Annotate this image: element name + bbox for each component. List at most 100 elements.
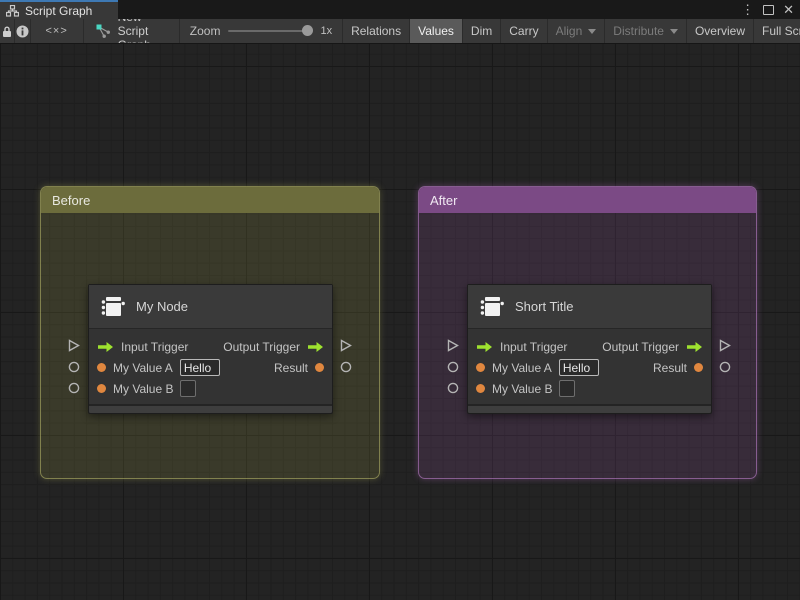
value-b-label: My Value B — [113, 381, 174, 396]
unit-node-icon — [100, 295, 126, 319]
value-b-label: My Value B — [492, 381, 553, 396]
value-dot-icon[interactable] — [97, 363, 106, 372]
port-row-value-a: My Value A Result — [89, 357, 332, 378]
flow-output-port[interactable] — [718, 335, 732, 356]
value-a-field[interactable] — [179, 359, 220, 376]
fullscreen-label: Full Screen — [761, 24, 800, 38]
group-before-header[interactable]: Before — [41, 187, 379, 213]
value-dot-icon[interactable] — [97, 384, 106, 393]
info-button[interactable] — [15, 19, 31, 43]
chevron-down-icon — [588, 28, 597, 34]
distribute-dropdown[interactable]: Distribute — [605, 19, 687, 43]
port-row-flow: Input Trigger Output Trigger — [89, 336, 332, 357]
graph-toolbar: <×> New Script Graph Zoom 1x Relatio — [0, 19, 800, 44]
node-title: Short Title — [515, 299, 574, 314]
window-menu-icon[interactable]: ⋮ — [741, 3, 754, 16]
result-label: Result — [652, 360, 687, 375]
values-label: Values — [418, 24, 454, 38]
value-a-label: My Value A — [113, 360, 173, 375]
lock-icon — [1, 25, 13, 38]
value-dot-icon[interactable] — [315, 363, 324, 372]
flow-out-label: Output Trigger — [602, 339, 679, 354]
lock-button[interactable] — [0, 19, 16, 43]
value-b-field[interactable] — [559, 380, 576, 397]
node-my-node-input-ports — [67, 335, 81, 398]
group-after-header[interactable]: After — [419, 187, 756, 213]
node-ports: Input Trigger Output Trigger My Value A … — [468, 329, 711, 404]
port-row-flow: Input Trigger Output Trigger — [468, 336, 711, 357]
value-input-port[interactable] — [446, 356, 460, 377]
window-maximize-icon[interactable] — [763, 4, 775, 15]
value-output-port[interactable] — [718, 356, 732, 377]
carry-button[interactable]: Carry — [501, 19, 548, 43]
flow-arrow-icon[interactable] — [476, 341, 493, 353]
values-button[interactable]: Values — [410, 19, 463, 43]
fullscreen-button[interactable]: Full Screen — [754, 19, 800, 43]
align-label: Align — [555, 24, 583, 38]
node-box: Short Title Input Trigger Output Trigger — [467, 284, 712, 414]
value-a-field[interactable] — [558, 359, 599, 376]
flow-input-port[interactable] — [446, 335, 460, 356]
group-after-label: After — [430, 192, 458, 208]
node-header[interactable]: Short Title — [468, 285, 711, 329]
value-input-port[interactable] — [67, 377, 81, 398]
zoom-slider-handle[interactable] — [302, 25, 314, 36]
flow-arrow-icon[interactable] — [97, 341, 114, 353]
code-preview-button[interactable]: <×> — [31, 19, 84, 43]
node-footer — [89, 404, 332, 413]
value-a-label: My Value A — [492, 360, 552, 375]
value-dot-icon[interactable] — [694, 363, 703, 372]
flow-arrow-icon[interactable] — [307, 341, 324, 353]
graph-canvas[interactable]: Before After My Node Input Trigger Outpu… — [0, 44, 800, 600]
tab-script-graph[interactable]: Script Graph — [0, 0, 118, 19]
node-short-title: Short Title Input Trigger Output Trigger — [447, 284, 731, 414]
code-icon: <×> — [45, 25, 68, 37]
flow-in-label: Input Trigger — [500, 339, 568, 354]
group-before-label: Before — [52, 192, 91, 208]
tab-bar: Script Graph ⋮ ✕ — [0, 0, 800, 19]
value-input-port[interactable] — [446, 377, 460, 398]
flow-input-port[interactable] — [67, 335, 81, 356]
node-title: My Node — [136, 299, 189, 314]
zoom-value: 1x — [320, 25, 333, 37]
result-label: Result — [273, 360, 308, 375]
window-close-icon[interactable]: ✕ — [783, 3, 794, 16]
flow-out-label: Output Trigger — [223, 339, 300, 354]
new-script-graph-button[interactable]: New Script Graph — [84, 19, 180, 43]
value-b-field[interactable] — [180, 380, 197, 397]
flow-arrow-icon[interactable] — [686, 341, 703, 353]
zoom-slider[interactable] — [228, 25, 314, 36]
value-input-port[interactable] — [67, 356, 81, 377]
node-short-title-input-ports — [446, 335, 460, 398]
dim-button[interactable]: Dim — [463, 19, 502, 43]
tab-accent-line — [0, 0, 118, 2]
new-script-graph-label: New Script Graph — [117, 19, 151, 43]
relations-button[interactable]: Relations — [343, 19, 411, 43]
overview-button[interactable]: Overview — [687, 19, 754, 43]
node-footer — [468, 404, 711, 413]
node-my-node: My Node Input Trigger Output Trigger My … — [68, 284, 352, 414]
script-graph-window: Script Graph ⋮ ✕ <×> Script Zoom 1x Rela… — [0, 0, 800, 600]
flow-in-label: Input Trigger — [121, 339, 189, 354]
unit-node-icon — [479, 295, 505, 319]
port-row-value-a: My Value A Result — [468, 357, 711, 378]
carry-label: Carry — [509, 24, 539, 38]
zoom-control: Zoom 1x — [180, 19, 344, 43]
chevron-down-icon — [669, 28, 678, 34]
zoom-label: Zoom — [189, 24, 221, 38]
distribute-label: Distribute — [613, 24, 664, 38]
graph-hierarchy-icon — [6, 4, 19, 17]
value-dot-icon[interactable] — [476, 363, 485, 372]
tab-title: Script Graph — [25, 3, 93, 18]
port-row-value-b: My Value B — [89, 378, 332, 399]
node-header[interactable]: My Node — [89, 285, 332, 329]
port-row-value-b: My Value B — [468, 378, 711, 399]
node-my-node-output-ports — [339, 335, 353, 377]
window-controls: ⋮ ✕ — [741, 0, 800, 19]
info-icon — [16, 25, 29, 38]
align-dropdown[interactable]: Align — [548, 19, 606, 43]
dim-label: Dim — [470, 24, 493, 38]
value-output-port[interactable] — [339, 356, 353, 377]
flow-output-port[interactable] — [339, 335, 353, 356]
value-dot-icon[interactable] — [476, 384, 485, 393]
